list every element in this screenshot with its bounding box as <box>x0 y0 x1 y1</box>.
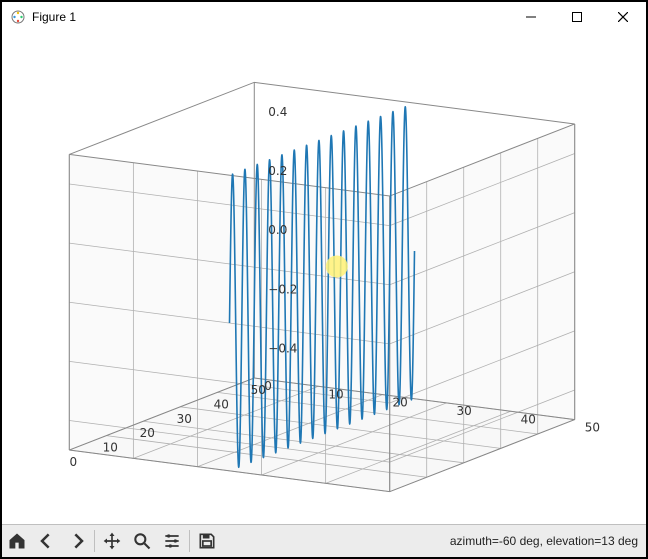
axes-3d: 0102030405001020304050−0.4−0.20.00.20.4 <box>2 32 646 525</box>
toolbar-separator <box>94 530 95 552</box>
svg-text:10: 10 <box>328 387 343 401</box>
pan-button[interactable] <box>97 526 127 556</box>
figure-canvas[interactable]: 0102030405001020304050−0.4−0.20.00.20.4 <box>2 32 646 525</box>
cursor-highlight <box>326 255 348 277</box>
svg-text:50: 50 <box>585 421 600 435</box>
maximize-button[interactable] <box>554 2 600 32</box>
svg-text:20: 20 <box>392 396 407 410</box>
svg-text:0: 0 <box>69 455 77 469</box>
home-button[interactable] <box>2 526 32 556</box>
save-button[interactable] <box>192 526 222 556</box>
status-text: azimuth=-60 deg, elevation=13 deg <box>450 534 638 548</box>
svg-text:30: 30 <box>177 412 192 426</box>
zoom-button[interactable] <box>127 526 157 556</box>
window-title: Figure 1 <box>32 10 76 24</box>
titlebar: Figure 1 <box>2 2 646 32</box>
minimize-button[interactable] <box>508 2 554 32</box>
svg-text:−0.4: −0.4 <box>268 341 297 355</box>
svg-text:0: 0 <box>264 379 272 393</box>
svg-text:20: 20 <box>140 426 155 440</box>
svg-text:0.4: 0.4 <box>268 105 287 119</box>
forward-button[interactable] <box>62 526 92 556</box>
toolbar-separator <box>189 530 190 552</box>
app-icon <box>10 9 26 25</box>
back-button[interactable] <box>32 526 62 556</box>
svg-text:−0.2: −0.2 <box>268 282 297 296</box>
svg-text:30: 30 <box>457 404 472 418</box>
svg-text:10: 10 <box>103 441 118 455</box>
navigation-toolbar: azimuth=-60 deg, elevation=13 deg <box>2 524 646 557</box>
svg-text:40: 40 <box>521 412 536 426</box>
svg-text:0.0: 0.0 <box>268 223 287 237</box>
svg-text:40: 40 <box>214 397 229 411</box>
svg-text:0.2: 0.2 <box>268 164 287 178</box>
configure-button[interactable] <box>157 526 187 556</box>
close-button[interactable] <box>600 2 646 32</box>
